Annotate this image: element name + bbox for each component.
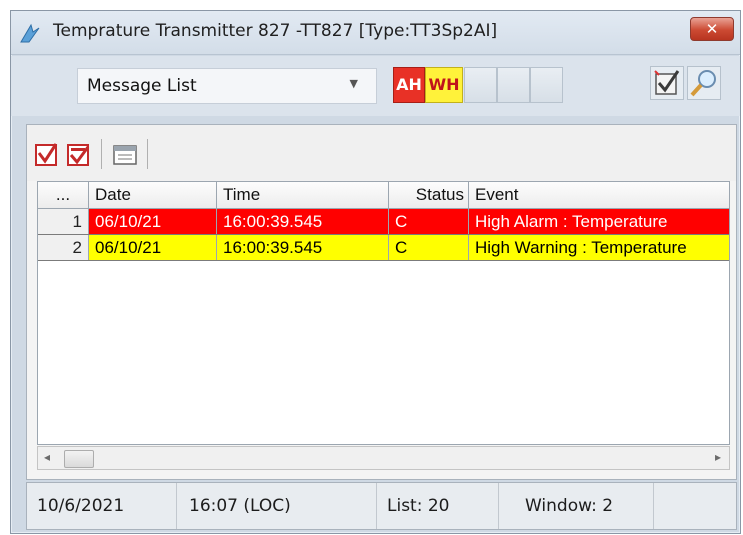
status-cell: C — [389, 235, 469, 260]
time-cell: 16:00:39.545 — [217, 235, 389, 260]
acknowledge-icon — [654, 70, 680, 95]
event-cell: High Warning : Temperature — [469, 235, 729, 260]
title-bar[interactable]: Temprature Transmitter 827 -TT827 [Type:… — [11, 11, 740, 55]
acknowledge-button[interactable] — [650, 66, 684, 100]
time-cell: 16:00:39.545 — [217, 209, 389, 234]
acknowledge-selected-icon[interactable] — [66, 141, 92, 167]
status-list-count: List: 20 — [377, 483, 499, 529]
status-window-count: Window: 2 — [499, 483, 654, 529]
table-header: ... Date Time Status Event — [38, 182, 729, 209]
table-row[interactable]: 2 06/10/21 16:00:39.545 C High Warning :… — [38, 235, 729, 261]
view-selector-value: Message List — [87, 76, 197, 96]
alarm-slot-empty — [464, 67, 497, 103]
scroll-left-icon[interactable]: ◂ — [44, 450, 50, 464]
window-title: Temprature Transmitter 827 -TT827 [Type:… — [53, 21, 498, 41]
event-cell: High Alarm : Temperature — [469, 209, 729, 234]
main-toolbar: Message List ▼ AH WH — [11, 56, 740, 116]
scroll-thumb[interactable] — [64, 450, 94, 468]
search-button[interactable] — [687, 66, 721, 100]
row-number: 2 — [38, 235, 89, 260]
horizontal-scrollbar[interactable]: ◂ ▸ — [37, 446, 730, 470]
table-row[interactable]: 1 06/10/21 16:00:39.545 C High Alarm : T… — [38, 209, 729, 235]
scroll-right-icon[interactable]: ▸ — [715, 450, 721, 464]
date-cell: 06/10/21 — [89, 235, 217, 260]
close-button[interactable]: ✕ — [690, 17, 734, 41]
column-header-event[interactable]: Event — [469, 182, 729, 208]
row-number: 1 — [38, 209, 89, 234]
message-list-panel: ... Date Time Status Event 1 06/10/21 16… — [26, 124, 737, 480]
status-date: 10/6/2021 — [27, 483, 177, 529]
column-header-time[interactable]: Time — [217, 182, 389, 208]
message-list-window: Temprature Transmitter 827 -TT827 [Type:… — [10, 10, 741, 534]
column-header-index[interactable]: ... — [38, 182, 89, 208]
column-header-date[interactable]: Date — [89, 182, 217, 208]
message-table: ... Date Time Status Event 1 06/10/21 16… — [37, 181, 730, 445]
chevron-down-icon[interactable]: ▼ — [350, 77, 358, 90]
list-toolbar — [27, 125, 736, 181]
date-cell: 06/10/21 — [89, 209, 217, 234]
status-cell: C — [389, 209, 469, 234]
alarm-high-badge[interactable]: AH — [393, 67, 425, 103]
view-selector-dropdown[interactable]: Message List ▼ — [77, 68, 377, 104]
column-header-status[interactable]: Status — [389, 182, 469, 208]
alarm-slot-empty — [497, 67, 530, 103]
status-empty-cell — [654, 483, 736, 529]
toolbar-divider — [101, 139, 102, 169]
warning-high-badge[interactable]: WH — [425, 67, 463, 103]
calendar-icon[interactable] — [112, 141, 138, 167]
status-time: 16:07 (LOC) — [177, 483, 377, 529]
alarm-slot-empty — [530, 67, 563, 103]
acknowledge-all-icon[interactable] — [34, 141, 60, 167]
toolbar-divider — [147, 139, 148, 169]
app-icon — [20, 23, 40, 43]
search-icon — [690, 70, 716, 97]
status-bar: 10/6/2021 16:07 (LOC) List: 20 Window: 2 — [26, 482, 737, 530]
